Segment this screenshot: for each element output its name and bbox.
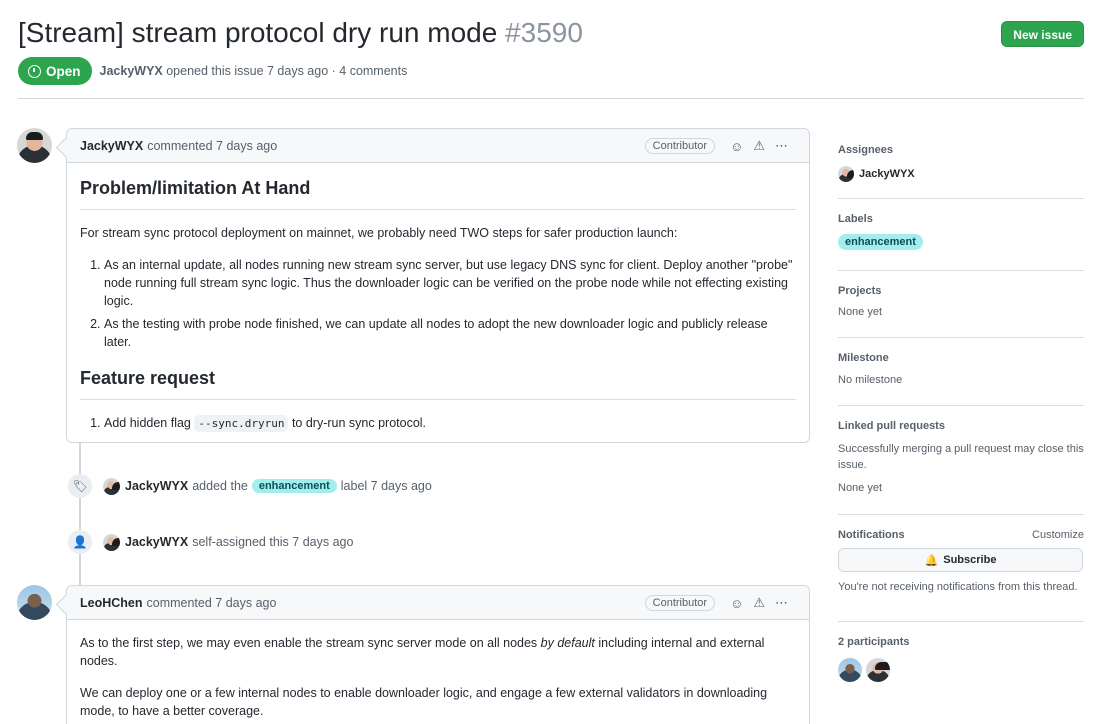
header-divider: [18, 98, 1084, 99]
notifications-desc: You're not receiving notifications from …: [838, 581, 1078, 593]
linked-prs-desc: Successfully merging a pull request may …: [838, 443, 1084, 471]
contributor-badge: Contributor: [644, 595, 716, 611]
issue-number: #3590: [505, 17, 583, 48]
labels-section: Labels enhancement: [838, 199, 1084, 271]
labels-title[interactable]: Labels: [838, 213, 1084, 225]
ordered-list: As an internal update, all nodes running…: [80, 256, 796, 351]
label-pill[interactable]: enhancement: [251, 479, 337, 493]
comment-author[interactable]: LeoHChen: [80, 596, 143, 610]
issue-header: [Stream] stream protocol dry run mode #3…: [18, 14, 1084, 85]
avatar[interactable]: [17, 128, 52, 163]
linked-prs-section: Linked pull requests Successfully mergin…: [838, 406, 1084, 515]
comment-author[interactable]: JackyWYX: [80, 139, 143, 153]
customize-link[interactable]: Customize: [1032, 529, 1084, 541]
comment-header: LeoHChen commented 7 days ago Contributo…: [67, 586, 809, 620]
report-icon[interactable]: ⚠: [753, 595, 765, 611]
assignees-title[interactable]: Assignees: [838, 144, 1084, 156]
heading: Problem/limitation At Hand: [80, 175, 796, 210]
timeline-event-label: 🏷 JackyWYX added the enhancement label 7…: [68, 474, 432, 498]
comment-time[interactable]: commented 7 days ago: [147, 596, 277, 610]
ordered-list: Add hidden flag --sync.dryrun to dry-run…: [80, 414, 796, 433]
avatar[interactable]: [17, 585, 52, 620]
bell-icon: 🔔: [924, 554, 939, 567]
kebab-menu-icon[interactable]: ⋯: [775, 138, 788, 154]
timeline-event-assign: 👤 JackyWYX self-assigned this 7 days ago: [68, 530, 353, 554]
comment-body: Problem/limitation At Hand For stream sy…: [67, 163, 809, 433]
participant-avatar[interactable]: [838, 658, 862, 682]
linked-prs-title[interactable]: Linked pull requests: [838, 420, 1084, 432]
projects-value: None yet: [838, 306, 883, 318]
person-icon: 👤: [68, 530, 92, 554]
issue-opened-icon: [28, 64, 41, 78]
smiley-icon[interactable]: ☺: [730, 139, 743, 154]
avatar[interactable]: [103, 533, 120, 551]
assignees-section: Assignees JackyWYX: [838, 128, 1084, 199]
subscribe-button[interactable]: 🔔 Subscribe: [838, 548, 1083, 572]
comment-body: As to the first step, we may even enable…: [67, 620, 809, 720]
contributor-badge: Contributor: [644, 138, 716, 154]
timeline-line: [79, 443, 81, 585]
assignee-link[interactable]: JackyWYX: [859, 168, 915, 180]
inline-code: --sync.dryrun: [194, 415, 289, 432]
issue-sidebar: Assignees JackyWYX Labels enhancement Pr…: [838, 128, 1084, 682]
milestone-title[interactable]: Milestone: [838, 352, 1084, 364]
list-item: Add hidden flag --sync.dryrun to dry-run…: [104, 414, 796, 433]
participants-title: 2 participants: [838, 636, 910, 648]
avatar[interactable]: [838, 166, 854, 182]
report-icon[interactable]: ⚠: [753, 138, 765, 154]
paragraph: We can deploy one or a few internal node…: [80, 686, 768, 718]
event-user[interactable]: JackyWYX: [125, 479, 188, 493]
heading: Feature request: [80, 365, 796, 400]
paragraph: For stream sync protocol deployment on m…: [80, 226, 678, 240]
linked-prs-value: None yet: [838, 482, 883, 494]
smiley-icon[interactable]: ☺: [730, 596, 743, 611]
status-badge: Open: [18, 57, 92, 85]
notifications-section: Notifications Customize 🔔 Subscribe You'…: [838, 515, 1084, 622]
avatar[interactable]: [103, 477, 120, 495]
issue-title: [Stream] stream protocol dry run mode #3…: [18, 17, 583, 48]
comment: JackyWYX commented 7 days ago Contributo…: [66, 128, 810, 443]
milestone-section: Milestone No milestone: [838, 338, 1084, 406]
projects-title[interactable]: Projects: [838, 285, 1084, 297]
kebab-menu-icon[interactable]: ⋯: [775, 595, 788, 611]
issue-meta: Open JackyWYX opened this issue 7 days a…: [18, 57, 407, 85]
comment-header: JackyWYX commented 7 days ago Contributo…: [67, 129, 809, 163]
new-issue-button[interactable]: New issue: [1001, 21, 1084, 47]
milestone-value: No milestone: [838, 374, 903, 386]
participant-avatar[interactable]: [866, 658, 890, 682]
projects-section: Projects None yet: [838, 271, 1084, 338]
list-item: As an internal update, all nodes running…: [104, 256, 796, 310]
tag-icon: 🏷: [68, 474, 92, 498]
paragraph: As to the first step, we may even enable…: [80, 636, 765, 668]
comment-time[interactable]: commented 7 days ago: [147, 139, 277, 153]
label-pill[interactable]: enhancement: [838, 234, 923, 250]
comment: LeoHChen commented 7 days ago Contributo…: [66, 585, 810, 724]
list-item: As the testing with probe node finished,…: [104, 315, 796, 351]
event-user[interactable]: JackyWYX: [125, 535, 188, 549]
participants-section: 2 participants: [838, 622, 1084, 682]
author-link[interactable]: JackyWYX: [100, 64, 163, 78]
